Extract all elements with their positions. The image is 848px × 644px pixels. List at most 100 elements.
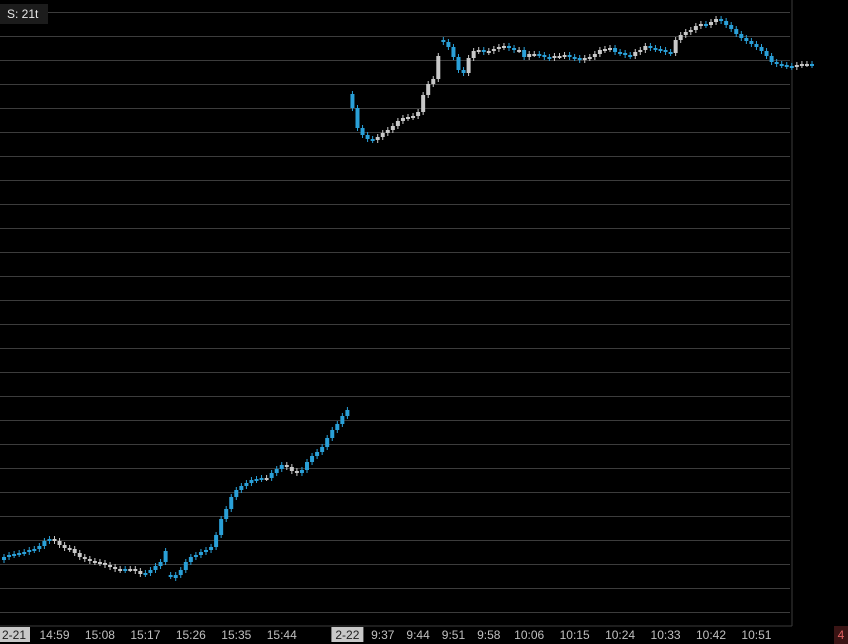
candle-body [613,48,618,52]
candle [668,49,673,56]
candle [269,470,274,481]
candle [754,41,759,50]
candle [163,548,168,565]
candle [749,38,754,47]
candle-body [340,416,345,424]
candle-body [355,108,360,128]
candlestick-chart[interactable]: 2-21 14:59 15:08 15:17 15:26 15:35 15:44 2-22 9:… [0,0,848,644]
candle-body [608,48,612,50]
candle [42,538,47,549]
candle [698,21,703,29]
candle-body [501,46,506,48]
candle [618,49,623,56]
candle [532,51,537,57]
candle [421,92,426,115]
candle [143,570,148,577]
candle-body [653,48,658,50]
candle [804,61,809,67]
candle-body [375,137,380,140]
candle [72,546,77,556]
candle-body [522,50,527,57]
candle-body [749,41,754,44]
candle [799,61,804,68]
candle-body [673,40,678,53]
candle [688,27,693,35]
candle-body [431,79,436,84]
candle-body [663,50,668,52]
time-tick-label: 15:08 [85,628,115,642]
candle [648,43,653,51]
candle-body [168,575,173,577]
candle-body [274,469,279,473]
time-tick-label: 14:59 [39,628,69,642]
candle-body [330,430,335,438]
candle-body [810,64,814,66]
candle-body [294,471,299,473]
candle-body [390,126,395,130]
candle [133,566,138,574]
candle [123,566,128,573]
candle [52,536,57,544]
date-marker-label: 2-22 [335,628,359,642]
candle-body [22,552,27,554]
candle-body [385,130,390,133]
candle-body [451,47,456,57]
candle-body [638,50,643,52]
candle [274,466,279,476]
candle [491,46,496,54]
candle [587,54,592,61]
candle [577,55,582,63]
candle-body [784,65,789,67]
candle [350,91,355,111]
candle [547,54,552,61]
candle [239,483,244,493]
candle-body [224,509,229,519]
time-tick-label: 15:26 [176,628,206,642]
candle [87,556,92,564]
candle-body [794,65,799,67]
candle-body [491,49,496,51]
date-marker-label: 2-21 [2,628,26,642]
candle-body [254,479,259,481]
candle-body [734,29,739,34]
candle-body [714,19,719,22]
candle [734,26,739,37]
candle-body [198,552,203,555]
candle-body [527,54,532,57]
candle [128,566,133,572]
candle [527,51,532,60]
candle-body [113,567,118,569]
candle-body [446,42,451,47]
candle-body [799,64,804,66]
candle [557,53,562,59]
candle [370,136,375,143]
candle-body [173,575,178,578]
candle-body [643,46,648,50]
candle-body [103,563,107,565]
candle-body [299,470,304,473]
candle-body [17,553,22,555]
candle [789,63,794,70]
candle-body [289,467,294,471]
candle [289,464,294,474]
candle [118,566,123,573]
candle [47,536,52,544]
candle-body [703,24,708,26]
candle-body [148,570,153,573]
candle [779,61,784,68]
candle-body [628,55,633,57]
candle [709,19,713,28]
candle-body [279,465,284,469]
candle-body [557,56,562,58]
symbol-badge[interactable]: S: 21t [0,4,48,24]
time-tick-label: 9:37 [371,628,395,642]
candle [810,61,814,68]
candle-body [542,55,547,57]
candle-body [244,483,249,486]
candle [294,468,299,476]
corner-badge[interactable]: 4 [834,626,848,644]
candle [451,44,456,60]
candle-body [719,19,724,21]
candle [517,47,522,53]
candle-body [602,49,607,51]
